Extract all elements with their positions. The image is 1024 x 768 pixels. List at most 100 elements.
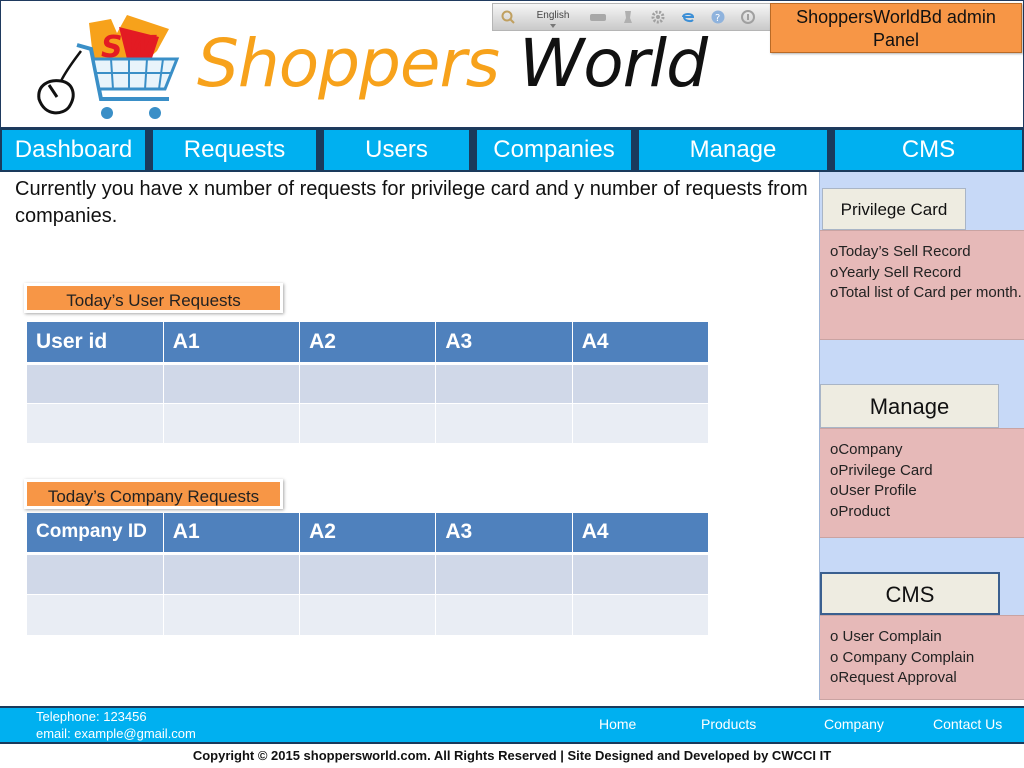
footer-link-products[interactable]: Products [701,716,756,732]
column-header: A4 [572,513,710,555]
column-header: A4 [572,322,710,365]
sidebar-item-label: Company [838,441,903,458]
table-row[interactable] [27,403,710,444]
table-cell [27,403,164,444]
column-header: Company ID [27,513,164,555]
keyboard-icon[interactable] [583,4,613,30]
table-cell [27,553,164,595]
privilege-card-menu: oToday’s Sell Record oYearly Sell Record… [820,230,1024,340]
sidebar-item-todays-sell-record[interactable]: oToday’s Sell Record [830,242,1024,263]
sidebar-tab-manage[interactable]: Manage [820,384,999,428]
sidebar-tab-cms[interactable]: CMS [820,572,1000,615]
user-requests-label: Today’s User Requests [24,283,283,313]
copyright-text: Copyright © 2015 shoppersworld.com. All … [192,748,832,763]
column-header: A1 [163,322,301,365]
sidebar-item-user-complain[interactable]: o User Complain [830,627,1024,648]
gear-icon[interactable] [643,4,673,30]
brand-logo[interactable]: Shoppers World [197,19,708,109]
nav-requests[interactable]: Requests [153,130,316,170]
search-icon[interactable] [493,4,523,30]
user-requests-table: User id A1 A2 A3 A4 [27,322,710,444]
sidebar-item-label: Company Complain [838,648,975,666]
chess-icon[interactable] [613,4,643,30]
sidebar-item-company-complain[interactable]: o Company Complain [830,648,1024,669]
sidebar-item-request-approval[interactable]: oRequest Approval [830,668,1024,689]
sidebar: Privilege Card oToday’s Sell Record oYea… [819,172,1024,700]
table-cell [27,594,164,636]
sidebar-item-label: Today’s Sell Record [838,243,971,260]
sidebar-item-user-profile[interactable]: oUser Profile [830,481,1024,502]
table-cell [163,594,301,636]
table-row[interactable] [27,553,710,595]
requests-summary-text: Currently you have x number of requests … [15,178,808,227]
footer: Telephone: 123456 email: example@gmail.c… [0,706,1024,744]
sidebar-item-label: Total list of Card per month. [838,284,1022,302]
nav-users[interactable]: Users [324,130,469,170]
table-header-row: Company ID A1 A2 A3 A4 [27,513,710,555]
sidebar-item-product[interactable]: oProduct [830,502,1024,523]
table-cell [572,363,710,404]
footer-telephone: Telephone: 123456 [36,709,147,724]
table-cell [163,363,301,404]
browser-icon[interactable] [673,4,703,30]
column-header: A3 [435,513,573,555]
table-cell [163,553,301,595]
company-requests-table: Company ID A1 A2 A3 A4 [27,513,710,636]
manage-menu: oCompany oPrivilege Card oUser Profile o… [820,428,1024,538]
sidebar-item-total-card-list[interactable]: oTotal list of Card per month. [830,283,1024,304]
table-cell [27,363,164,404]
column-header: A2 [299,513,437,555]
nav-cms[interactable]: CMS [835,130,1022,170]
nav-dashboard[interactable]: Dashboard [2,130,145,170]
table-row[interactable] [27,363,710,404]
mini-toolbar: English ? [492,3,774,31]
footer-link-contact-us[interactable]: Contact Us [933,716,1002,732]
logo-word-world: World [519,25,708,102]
company-requests-label: Today’s Company Requests [24,479,283,509]
svg-text:?: ? [715,13,720,24]
column-header: A3 [435,322,573,365]
sidebar-item-company[interactable]: oCompany [830,440,1024,461]
cms-menu: o User Complain o Company Complain oRequ… [820,615,1024,700]
footer-link-home[interactable]: Home [599,716,636,732]
footer-email: email: example@gmail.com [36,726,196,741]
column-header: A1 [163,513,301,555]
language-select[interactable]: English [523,4,583,30]
header: SW Shoppers World English ? ShoppersWorl… [0,0,1024,128]
table-cell [435,403,573,444]
sidebar-item-privilege-card[interactable]: oPrivilege Card [830,461,1024,482]
sidebar-item-label: Privilege Card [838,461,933,479]
table-cell [435,363,573,404]
table-row[interactable] [27,594,710,636]
table-cell [435,594,573,636]
main-nav: Dashboard Requests Users Companies Manag… [0,128,1024,172]
column-header: A2 [299,322,437,365]
table-cell [163,403,301,444]
info-icon[interactable] [733,4,763,30]
sidebar-item-label: User Complain [838,628,942,645]
table-cell [572,594,710,636]
table-cell [299,553,437,595]
footer-link-company[interactable]: Company [824,716,884,732]
logo-word-shoppers: Shoppers [197,25,500,102]
footer-contact: Telephone: 123456 email: example@gmail.c… [36,708,196,742]
sidebar-item-label: Request Approval [838,669,957,687]
nav-manage[interactable]: Manage [639,130,827,170]
sidebar-item-label: User Profile [838,482,917,500]
help-icon[interactable]: ? [703,4,733,30]
admin-panel-title: ShoppersWorldBd admin Panel [770,3,1022,53]
table-header-row: User id A1 A2 A3 A4 [27,322,710,365]
table-cell [435,553,573,595]
column-header: User id [27,322,164,365]
table-cell [299,363,437,404]
sidebar-item-yearly-sell-record[interactable]: oYearly Sell Record [830,263,1024,284]
shopping-cart-logo-icon: SW [37,15,180,119]
table-cell [299,594,437,636]
nav-companies[interactable]: Companies [477,130,631,170]
sidebar-item-label: Product [838,502,891,520]
table-cell [572,403,710,444]
sidebar-item-label: Yearly Sell Record [838,263,962,281]
table-cell [299,403,437,444]
table-cell [572,553,710,595]
sidebar-tab-privilege-card[interactable]: Privilege Card [822,188,966,230]
